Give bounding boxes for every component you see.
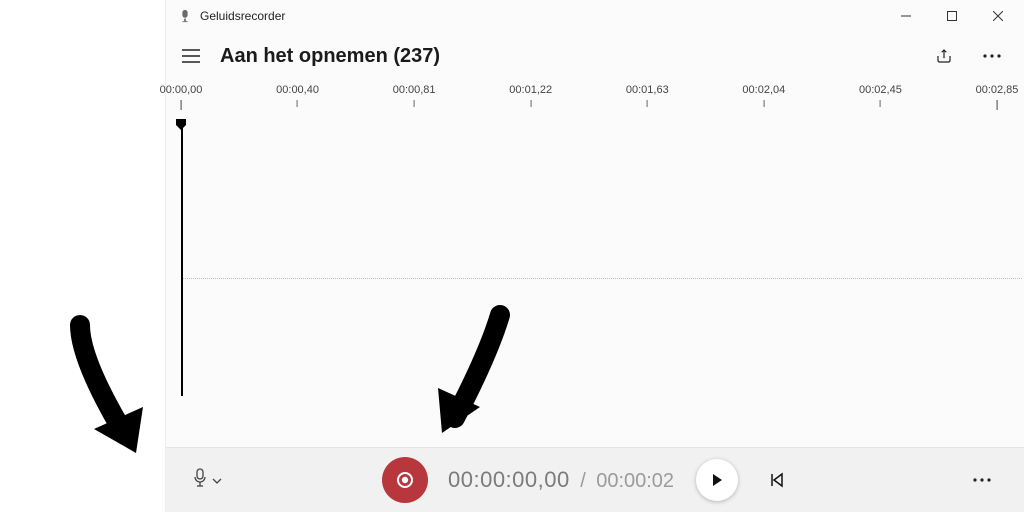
waveform-area[interactable] bbox=[166, 118, 1024, 398]
ruler-tick: 00:00,00 bbox=[160, 84, 203, 110]
menu-button[interactable] bbox=[182, 44, 206, 68]
maximize-button[interactable] bbox=[929, 0, 975, 32]
total-time: 00:00:02 bbox=[596, 470, 674, 492]
skip-back-button[interactable] bbox=[762, 465, 792, 495]
ruler-tick: 00:00,40 bbox=[276, 84, 319, 107]
header: Aan het opnemen (237) bbox=[166, 32, 1024, 80]
share-button[interactable] bbox=[927, 39, 961, 73]
microphone-selector[interactable] bbox=[192, 468, 222, 493]
microphone-icon bbox=[192, 468, 208, 493]
ruler-tick: 00:02,04 bbox=[742, 84, 785, 107]
waveform-baseline bbox=[181, 278, 1022, 279]
chevron-down-icon bbox=[212, 471, 222, 489]
ruler-tick-label: 00:01,63 bbox=[626, 84, 669, 96]
time-separator: / bbox=[580, 470, 586, 492]
ruler-tick-label: 00:02,04 bbox=[742, 84, 785, 96]
ruler-tick-label: 00:02,45 bbox=[859, 84, 902, 96]
minimize-button[interactable] bbox=[883, 0, 929, 32]
ruler-tick: 00:00,81 bbox=[393, 84, 436, 107]
app-icon bbox=[178, 9, 192, 23]
ruler-tick: 00:02,85 bbox=[976, 84, 1019, 110]
ruler-tick: 00:02,45 bbox=[859, 84, 902, 107]
app-window: Geluidsrecorder Aan het opnemen (237) bbox=[165, 0, 1024, 512]
more-bottom-button[interactable] bbox=[965, 463, 999, 497]
ruler-tick-label: 00:01,22 bbox=[509, 84, 552, 96]
app-title: Geluidsrecorder bbox=[200, 9, 285, 23]
transport-bar: 00:00:00,00 / 00:00:02 bbox=[166, 447, 1024, 512]
close-button[interactable] bbox=[975, 0, 1021, 32]
ruler-tick: 00:01,63 bbox=[626, 84, 669, 107]
ruler-tick: 00:01,22 bbox=[509, 84, 552, 107]
annotation-arrow-left bbox=[20, 310, 185, 470]
record-button[interactable] bbox=[382, 457, 428, 503]
ruler-tick-label: 00:00,81 bbox=[393, 84, 436, 96]
current-time: 00:00:00,00 bbox=[448, 467, 570, 492]
ruler-tick-label: 00:02,85 bbox=[976, 84, 1019, 96]
page-title: Aan het opnemen (237) bbox=[220, 45, 440, 68]
titlebar: Geluidsrecorder bbox=[166, 0, 1024, 32]
time-ruler[interactable]: 00:00,0000:00,4000:00,8100:01,2200:01,63… bbox=[166, 84, 1024, 118]
more-button[interactable] bbox=[975, 39, 1009, 73]
playhead-line[interactable] bbox=[181, 128, 183, 396]
ruler-tick-label: 00:00,40 bbox=[276, 84, 319, 96]
play-button[interactable] bbox=[696, 459, 738, 501]
ruler-tick-label: 00:00,00 bbox=[160, 84, 203, 96]
